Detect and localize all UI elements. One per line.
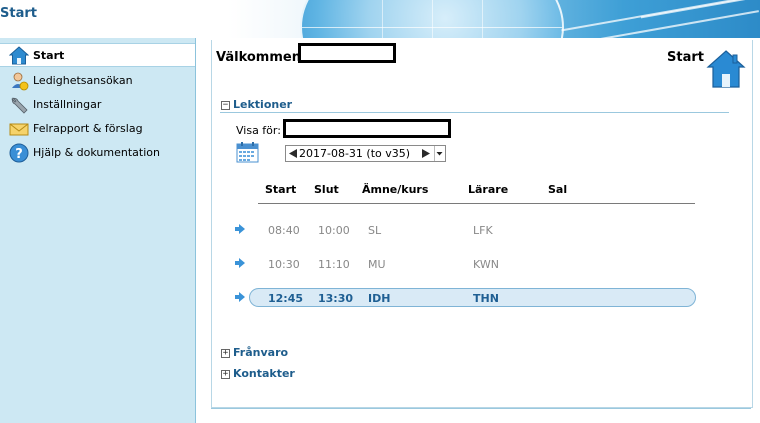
sidebar-item-felrapport[interactable]: Felrapport & förslag (0, 117, 195, 141)
next-week-button[interactable] (421, 148, 431, 162)
lesson-start: 12:45 (268, 292, 304, 305)
collapse-toggle-lektioner[interactable]: − (221, 101, 230, 110)
arrow-right-icon (422, 149, 430, 158)
section-title-franvaro[interactable]: Frånvaro (233, 346, 288, 359)
expand-toggle-franvaro[interactable]: + (221, 349, 230, 358)
envelope-icon (9, 119, 29, 139)
sidebar-item-label: Start (33, 49, 65, 62)
sidebar-item-hjalp[interactable]: ? Hjälp & dokumentation (0, 141, 195, 165)
welcome-text: Välkommen (216, 50, 301, 65)
header-banner: Start (0, 0, 760, 38)
lesson-teacher: LFK (473, 224, 493, 237)
row-expand-arrow-icon[interactable] (235, 292, 245, 302)
calendar-icon[interactable] (236, 141, 259, 163)
column-header-larare: Lärare (468, 183, 509, 196)
chevron-down-icon (436, 152, 443, 156)
redacted-user-name (298, 43, 396, 63)
svg-text:?: ? (15, 147, 23, 162)
user-icon (9, 71, 29, 91)
lesson-course: IDH (368, 292, 391, 305)
section-title-lektioner[interactable]: Lektioner (233, 98, 292, 111)
expand-toggle-kontakter[interactable]: + (221, 370, 230, 379)
sidebar-item-label: Inställningar (33, 98, 102, 111)
lesson-course: MU (368, 258, 386, 271)
lesson-end: 11:10 (318, 258, 350, 271)
help-icon: ? (9, 143, 29, 163)
previous-week-button[interactable] (288, 148, 298, 162)
sidebar-item-label: Felrapport & förslag (33, 122, 143, 135)
column-header-amne: Ämne/kurs (362, 183, 429, 196)
lesson-teacher: THN (473, 292, 499, 305)
lesson-teacher: KWN (473, 258, 499, 271)
dropdown-button[interactable] (434, 146, 445, 161)
section-divider (220, 112, 729, 113)
sidebar-item-label: Ledighetsansökan (33, 74, 133, 87)
page-title: Start (667, 50, 704, 65)
globe-graphic (300, 0, 564, 38)
row-expand-arrow-icon[interactable] (235, 258, 245, 268)
sidebar-item-ledighetsansokan[interactable]: Ledighetsansökan (0, 69, 195, 93)
home-icon[interactable] (706, 49, 746, 89)
home-icon (8, 46, 30, 66)
week-select-value: 2017-08-31 (to v35) (299, 147, 411, 160)
lesson-end: 13:30 (318, 292, 354, 305)
column-header-sal: Sal (548, 183, 568, 196)
sidebar-item-start[interactable]: Start (0, 43, 195, 67)
column-header-start: Start (265, 183, 297, 196)
app-title: Start (0, 6, 37, 21)
column-header-slut: Slut (314, 183, 339, 196)
redacted-student-field (283, 119, 451, 138)
table-header-divider (258, 203, 695, 204)
sidebar-item-label: Hjälp & dokumentation (33, 146, 160, 159)
row-expand-arrow-icon[interactable] (235, 224, 245, 234)
section-title-kontakter[interactable]: Kontakter (233, 367, 295, 380)
lesson-end: 10:00 (318, 224, 350, 237)
wrench-icon (9, 95, 29, 115)
lesson-start: 08:40 (268, 224, 300, 237)
divider (211, 408, 751, 409)
arrow-left-icon (289, 149, 297, 158)
visa-for-label: Visa för: (236, 124, 281, 137)
lesson-start: 10:30 (268, 258, 300, 271)
sidebar-item-installningar[interactable]: Inställningar (0, 93, 195, 117)
lesson-course: SL (368, 224, 382, 237)
